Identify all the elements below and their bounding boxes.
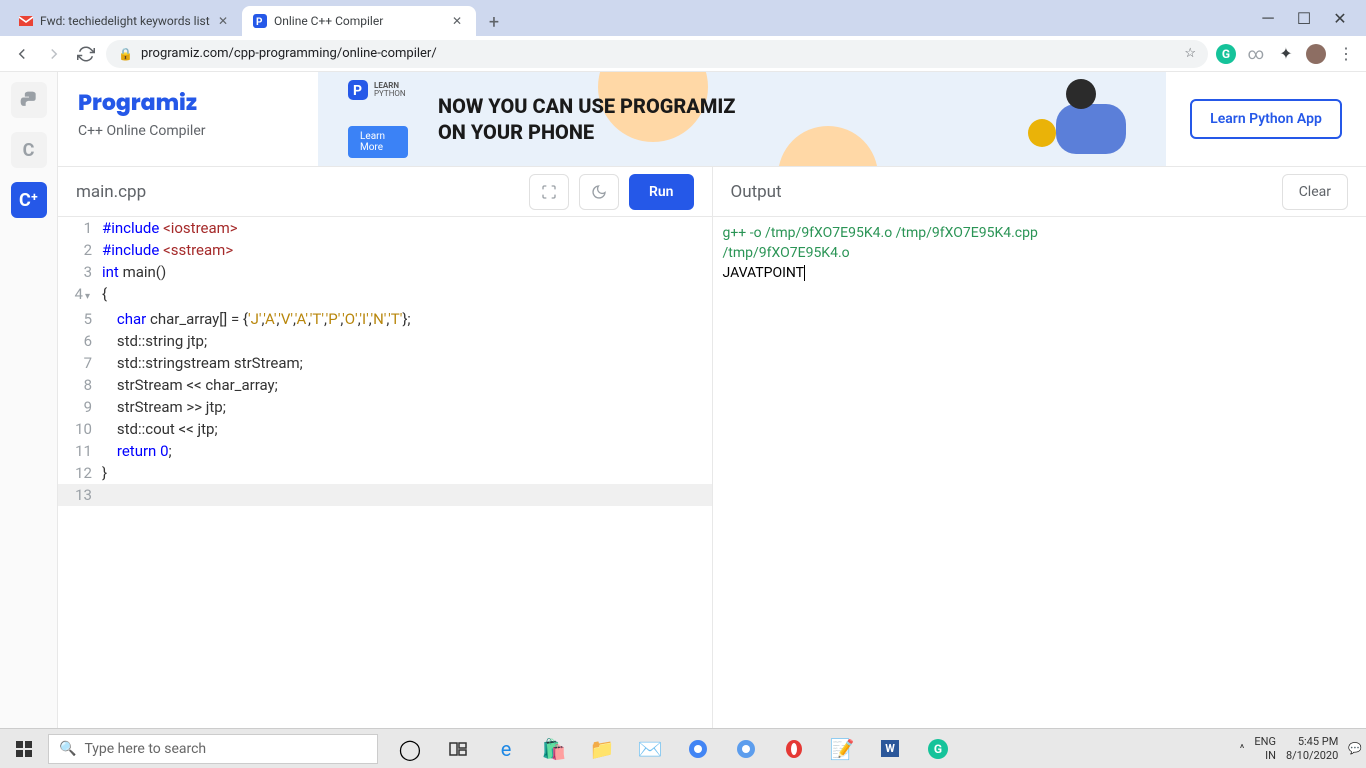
mail-icon[interactable]: ✉️ <box>626 729 674 768</box>
gmail-icon <box>18 13 34 29</box>
task-view-icon[interactable] <box>434 729 482 768</box>
code-line[interactable]: 13 <box>58 484 712 506</box>
brand-box: Programiz C++ Online Compiler <box>58 72 318 166</box>
notepad-icon[interactable]: 📝 <box>818 729 866 768</box>
bookmark-icon[interactable]: ☆ <box>1184 46 1196 61</box>
system-tray: ^ ENG IN 5:45 PM 8/10/2020 💬 <box>1240 729 1366 768</box>
cta-box: Learn Python App <box>1166 72 1366 166</box>
svg-text:P: P <box>353 83 362 99</box>
code-line[interactable]: 9 strStream >> jtp; <box>58 396 712 418</box>
minimize-icon[interactable]: ─ <box>1258 8 1278 28</box>
output-header: Output Clear <box>713 167 1366 217</box>
word-icon[interactable]: W <box>866 729 914 768</box>
ie-icon[interactable]: e <box>482 729 530 768</box>
ad-headline: NOW YOU CAN USE PROGRAMIZ ON YOUR PHONE <box>438 93 735 145</box>
chrome-icon[interactable] <box>674 729 722 768</box>
close-window-icon[interactable]: ✕ <box>1330 8 1350 28</box>
language-rail: C C⁺ <box>0 72 58 728</box>
brand-subtitle: C++ Online Compiler <box>78 123 298 139</box>
taskbar-search[interactable]: 🔍 Type here to search <box>48 734 378 764</box>
banner: Programiz C++ Online Compiler P LEARNPYT… <box>58 72 1366 167</box>
browser-tab-gmail[interactable]: Fwd: techiedelight keywords list ✕ <box>8 6 242 36</box>
code-line[interactable]: 12} <box>58 462 712 484</box>
rail-c[interactable]: C <box>11 132 47 168</box>
forward-button[interactable] <box>42 42 66 66</box>
output-body: g++ -o /tmp/9fXO7E95K4.o /tmp/9fXO7E95K4… <box>713 217 1366 728</box>
tab-title: Online C++ Compiler <box>274 14 446 28</box>
rail-python[interactable] <box>11 82 47 118</box>
chrome-titlebar: Fwd: techiedelight keywords list ✕ P Onl… <box>0 0 1366 36</box>
code-line[interactable]: 11 return 0; <box>58 440 712 462</box>
menu-icon[interactable]: ⋮ <box>1336 44 1356 64</box>
code-line[interactable]: 4▾{ <box>58 283 712 308</box>
search-placeholder: Type here to search <box>84 741 206 757</box>
code-line[interactable]: 6 std::string jtp; <box>58 330 712 352</box>
close-icon[interactable]: ✕ <box>218 14 232 28</box>
tray-clock[interactable]: 5:45 PM 8/10/2020 <box>1286 735 1338 761</box>
output-title: Output <box>731 182 782 202</box>
clear-button[interactable]: Clear <box>1282 174 1348 210</box>
task-icons: ◯ e 🛍️ 📁 ✉️ 📝 W G <box>386 729 962 768</box>
filename: main.cpp <box>76 182 146 202</box>
notifications-icon[interactable]: 💬 <box>1348 742 1362 755</box>
start-button[interactable] <box>0 729 48 768</box>
url-text: programiz.com/cpp-programming/online-com… <box>141 46 437 61</box>
editor-header: main.cpp Run <box>58 167 712 217</box>
window-controls: ─ ☐ ✕ <box>1258 8 1366 36</box>
programiz-logo-icon: P <box>348 80 368 100</box>
code-line[interactable]: 7 std::stringstream strStream; <box>58 352 712 374</box>
page-content: C C⁺ Programiz C++ Online Compiler P LEA… <box>0 72 1366 728</box>
back-button[interactable] <box>10 42 34 66</box>
chromium-icon[interactable] <box>722 729 770 768</box>
learn-more-button[interactable]: Learn More <box>348 126 408 158</box>
main-content: Programiz C++ Online Compiler P LEARNPYT… <box>58 72 1366 728</box>
brand-name: Programiz <box>78 86 298 119</box>
cortana-icon[interactable]: ◯ <box>386 729 434 768</box>
grammarly-icon[interactable]: G <box>1216 44 1236 64</box>
extensions-icon[interactable]: ✦ <box>1276 44 1296 64</box>
reload-button[interactable] <box>74 42 98 66</box>
profile-avatar[interactable] <box>1306 44 1326 64</box>
explorer-icon[interactable]: 📁 <box>578 729 626 768</box>
tray-language[interactable]: ENG IN <box>1254 735 1276 761</box>
code-line[interactable]: 3int main() <box>58 261 712 283</box>
lock-icon: 🔒 <box>118 47 133 61</box>
output-pane: Output Clear g++ -o /tmp/9fXO7E95K4.o /t… <box>713 167 1366 728</box>
editor-pane: main.cpp Run 1#include <iostream>2#inclu… <box>58 167 713 728</box>
search-icon: 🔍 <box>59 741 76 757</box>
code-line[interactable]: 1#include <iostream> <box>58 217 712 239</box>
workspace: main.cpp Run 1#include <iostream>2#inclu… <box>58 167 1366 728</box>
fullscreen-button[interactable] <box>529 174 569 210</box>
rail-cpp[interactable]: C⁺ <box>11 182 47 218</box>
programiz-icon: P <box>252 13 268 29</box>
maximize-icon[interactable]: ☐ <box>1294 8 1314 28</box>
chrome-toolbar: 🔒 programiz.com/cpp-programming/online-c… <box>0 36 1366 72</box>
code-line[interactable]: 5 char char_array[] = {'J','A','V','A','… <box>58 308 712 330</box>
tray-chevron-icon[interactable]: ^ <box>1240 742 1245 755</box>
close-icon[interactable]: ✕ <box>452 14 466 28</box>
address-bar[interactable]: 🔒 programiz.com/cpp-programming/online-c… <box>106 40 1208 68</box>
run-button[interactable]: Run <box>629 174 694 210</box>
ad-illustration <box>1016 79 1136 159</box>
extension-icons: G ∞ ✦ ⋮ <box>1216 44 1356 64</box>
grammarly-taskbar-icon[interactable]: G <box>914 729 962 768</box>
new-tab-button[interactable]: + <box>480 8 508 36</box>
code-line[interactable]: 8 strStream << char_array; <box>58 374 712 396</box>
code-editor[interactable]: 1#include <iostream>2#include <sstream>3… <box>58 217 712 728</box>
theme-toggle-button[interactable] <box>579 174 619 210</box>
ad-banner[interactable]: P LEARNPYTHON Learn More NOW YOU CAN USE… <box>318 72 1166 166</box>
browser-tab-programiz[interactable]: P Online C++ Compiler ✕ <box>242 6 476 36</box>
opera-icon[interactable] <box>770 729 818 768</box>
learn-python-button[interactable]: Learn Python App <box>1190 99 1342 139</box>
windows-taskbar: 🔍 Type here to search ◯ e 🛍️ 📁 ✉️ 📝 W G … <box>0 728 1366 768</box>
code-line[interactable]: 10 std::cout << jtp; <box>58 418 712 440</box>
tab-title: Fwd: techiedelight keywords list <box>40 14 212 28</box>
extension-icon[interactable]: ∞ <box>1246 44 1266 64</box>
svg-text:P: P <box>256 17 263 28</box>
code-line[interactable]: 2#include <sstream> <box>58 239 712 261</box>
store-icon[interactable]: 🛍️ <box>530 729 578 768</box>
